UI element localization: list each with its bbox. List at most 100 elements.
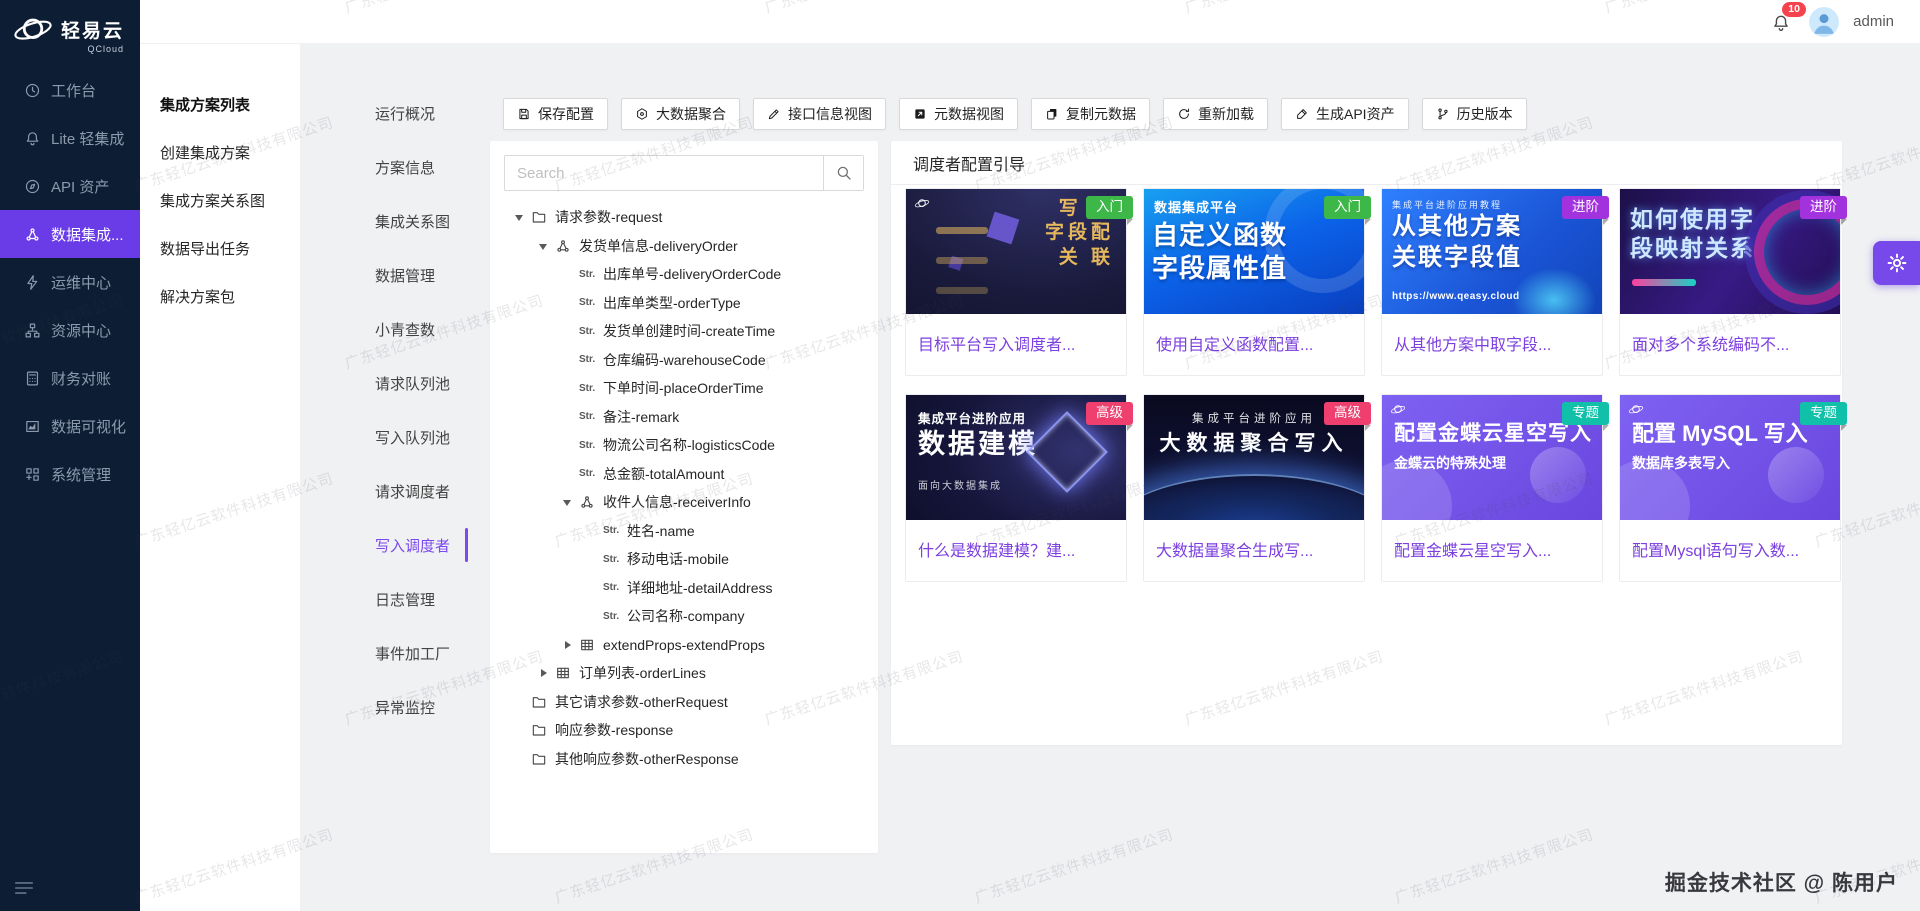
tree-node[interactable]: Str. 公司名称-company [490,602,878,631]
caret-icon[interactable] [513,209,525,225]
scheme-menu-item-label: 数据管理 [375,265,435,286]
search-icon [835,164,853,182]
sidebar-item[interactable]: 财务对账 [0,354,140,402]
scheme-menu-item[interactable]: 方案信息 [300,140,490,194]
toolbar-button[interactable]: 历史版本 [1422,98,1527,130]
toolbar-button[interactable]: 接口信息视图 [753,98,886,130]
tree-node[interactable]: Str. 出库单号-deliveryOrderCode [490,260,878,289]
caret-icon[interactable] [561,641,573,649]
toolbar-button[interactable]: 生成API资产 [1281,98,1409,130]
tree-node[interactable]: Str. 出库单类型-orderType [490,289,878,318]
scheme-menu-item[interactable]: 异常监控 [300,680,490,734]
sidebar-item[interactable]: 数据集成... [0,210,140,258]
scheme-menu-item[interactable]: 写入队列池 [300,410,490,464]
solution-menu-item[interactable]: 数据导出任务 [140,224,300,272]
scheme-menu-item[interactable]: 日志管理 [300,572,490,626]
tree-node-type-icon: Str. [579,440,603,451]
scheme-menu-item[interactable]: 事件加工厂 [300,626,490,680]
sidebar-item[interactable]: 数据可视化 [0,402,140,450]
tree-node[interactable]: Str. 姓名-name [490,517,878,546]
tree-node[interactable]: Str. 发货单创建时间-createTime [490,317,878,346]
tree-node-label: 移动电话-mobile [627,549,729,569]
tree-node[interactable]: extendProps-extendProps [490,631,878,660]
toolbar-button[interactable]: 重新加载 [1163,98,1268,130]
tree-node[interactable]: Str. 仓库编码-warehouseCode [490,346,878,375]
username[interactable]: admin [1853,13,1894,30]
scheme-menu-item[interactable]: 小青查数 [300,302,490,356]
caret-icon[interactable] [537,238,549,254]
settings-fab[interactable] [1873,241,1920,285]
guide-card-title[interactable]: 大数据量聚合生成写... [1156,537,1352,561]
sidebar-item-icon [24,466,41,483]
sidebar-item[interactable]: 工作台 [0,66,140,114]
scheme-menu-item[interactable]: 运行概况 [300,86,490,140]
solution-menu-item[interactable]: 集成方案列表 [140,80,300,128]
guide-card[interactable]: 集成平台进阶应用教程 从其他方案 关联字段值 https://www.qeasy… [1381,188,1603,376]
solution-menu-item[interactable]: 解决方案包 [140,272,300,320]
toolbar-button[interactable]: 元数据视图 [899,98,1018,130]
guide-card-title[interactable]: 配置Mysql语句写入数... [1632,537,1828,561]
tree-node[interactable]: Str. 物流公司名称-logisticsCode [490,431,878,460]
guide-card-title[interactable]: 目标平台写入调度者... [918,331,1114,355]
toolbar-button[interactable]: 保存配置 [503,98,608,130]
level-badge: 专题 [1562,402,1609,425]
tree-node[interactable]: 订单列表-orderLines [490,659,878,688]
thumbnail-sub-text: 面向大数据集成 [918,477,1002,492]
tree-search [504,155,864,191]
sidebar-item[interactable]: API 资产 [0,162,140,210]
tree-node-type-icon [579,637,603,653]
scheme-menu-item[interactable]: 集成关系图 [300,194,490,248]
solution-menu-item[interactable]: 集成方案关系图 [140,176,300,224]
tree-node[interactable]: 其它请求参数-otherRequest [490,688,878,717]
sidebar-item[interactable]: 运维中心 [0,258,140,306]
tree-node[interactable]: Str. 详细地址-detailAddress [490,574,878,603]
caret-icon[interactable] [537,669,549,677]
guide-card[interactable]: 数据集成平台 自定义函数 字段属性值 入门 使用自定义函数配置... [1143,188,1365,376]
sidebar-item[interactable]: 系统管理 [0,450,140,498]
solution-menu-item[interactable]: 创建集成方案 [140,128,300,176]
sidebar-item[interactable]: Lite 轻集成 [0,114,140,162]
guide-card[interactable]: 配置 MySQL 写入 数据库多表写入 专题 配置Mysql语句写入数... [1619,394,1841,582]
sidebar-item[interactable]: 资源中心 [0,306,140,354]
tree-node[interactable]: Str. 总金额-totalAmount [490,460,878,489]
guide-card-title[interactable]: 从其他方案中取字段... [1394,331,1590,355]
guide-card-title[interactable]: 什么是数据建模？建... [918,537,1114,561]
guide-card[interactable]: 如何使用字 段映射关系 进阶 面对多个系统编码不... [1619,188,1841,376]
scheme-menu-item[interactable]: 数据管理 [300,248,490,302]
guide-card[interactable]: 集成平台进阶应用 数据建模 面向大数据集成 高级 什么是数据建模？建... [905,394,1127,582]
tree-node[interactable]: Str. 移动电话-mobile [490,545,878,574]
guide-card[interactable]: 配置金蝶云星空写入 金蝶云的特殊处理 专题 配置金蝶云星空写入... [1381,394,1603,582]
tree-node[interactable]: Str. 下单时间-placeOrderTime [490,374,878,403]
guide-card-title[interactable]: 使用自定义函数配置... [1156,331,1352,355]
toolbar-button[interactable]: 复制元数据 [1031,98,1150,130]
tree-node-type-icon [531,209,555,225]
caret-icon[interactable] [561,494,573,510]
solution-menu: 集成方案列表 创建集成方案 集成方案关系图 数据导出任务 解决方案包 [140,44,300,911]
guide-card-title[interactable]: 面对多个系统编码不... [1632,331,1828,355]
thumbnail-sub-text: https://www.qeasy.cloud [1392,291,1520,302]
tree-node[interactable]: 响应参数-response [490,716,878,745]
toolbar-button-icon [1436,107,1450,121]
primary-nav: 工作台 Lite 轻集成 API 资产 数据集成... 运维中心 资源中心 [0,66,140,498]
tree-node-label: 其他响应参数-otherResponse [555,749,739,769]
sidebar-item-icon [24,418,41,435]
solution-menu-item-label: 创建集成方案 [160,142,250,163]
tree-node[interactable]: 其他响应参数-otherResponse [490,745,878,774]
guide-card[interactable]: 集成平台进阶应用 大数据聚合写入 高级 大数据量聚合生成写... [1143,394,1365,582]
scheme-menu-item[interactable]: 请求调度者 [300,464,490,518]
avatar[interactable] [1809,7,1839,37]
toolbar-button[interactable]: 大数据聚合 [621,98,740,130]
search-button[interactable] [823,156,863,190]
guide-card[interactable]: 写 入 字段配 关 联 入门 目标平台写入调度者... [905,188,1127,376]
scheme-menu-item[interactable]: 写入调度者 [300,518,490,572]
tree-node-label: 其它请求参数-otherRequest [555,692,728,712]
search-input[interactable] [505,156,823,190]
guide-card-title[interactable]: 配置金蝶云星空写入... [1394,537,1590,561]
tree-node[interactable]: 发货单信息-deliveryOrder [490,232,878,261]
scheme-menu-item[interactable]: 请求队列池 [300,356,490,410]
tree-node[interactable]: 收件人信息-receiverInfo [490,488,878,517]
collapse-sidebar-button[interactable] [13,877,35,899]
tree-node[interactable]: Str. 备注-remark [490,403,878,432]
tree-node[interactable]: 请求参数-request [490,203,878,232]
notifications-button[interactable]: 10 [1771,10,1795,34]
